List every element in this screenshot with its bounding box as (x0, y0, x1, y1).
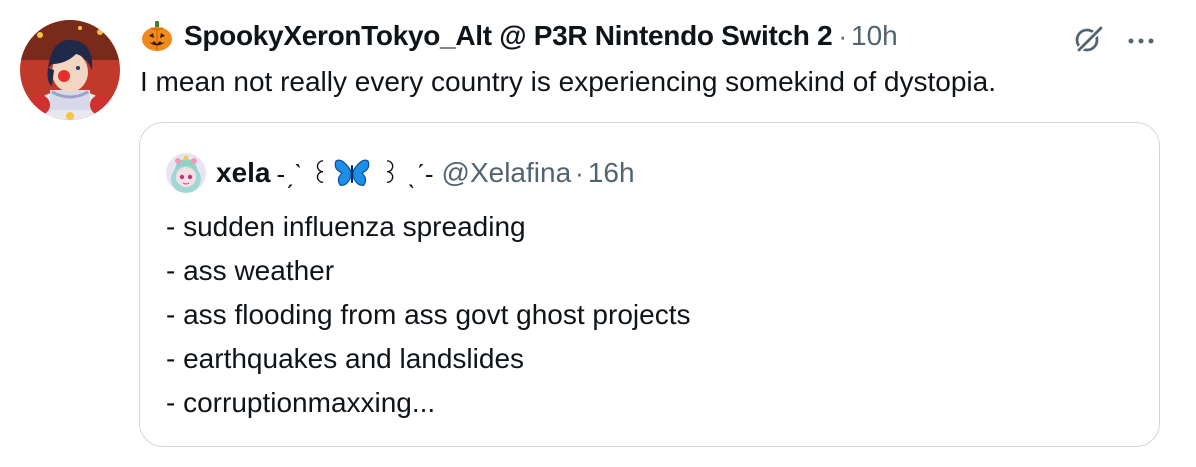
quoted-text-line: - corruptionmaxxing... (166, 387, 436, 418)
author-display-name[interactable]: SpookyXeronTokyo_Alt @ P3R Nintendo Swit… (184, 20, 833, 52)
quoted-text-line: - ass flooding from ass govt ghost proje… (166, 299, 691, 330)
quoted-author-display-name[interactable]: xela (216, 157, 271, 189)
name-decoration-right: ꒱ ˎˊ- (380, 159, 434, 189)
tweet-timestamp[interactable]: 10h (851, 20, 898, 52)
quoted-tweet-card[interactable]: xela -ˏˋ ꒰ ꒱ ˎˊ- @Xelafina · 16h - sudde… (139, 122, 1160, 447)
jack-o-lantern-icon (140, 19, 174, 53)
quoted-text-line: - ass weather (166, 255, 335, 286)
separator-dot: · (575, 157, 584, 188)
tweet-text: I mean not really every country is exper… (140, 66, 996, 97)
author-avatar[interactable] (20, 20, 120, 120)
quoted-author-avatar[interactable] (166, 153, 206, 193)
tweet[interactable]: SpookyXeronTokyo_Alt @ P3R Nintendo Swit… (0, 0, 1196, 467)
more-options-icon[interactable] (1126, 33, 1156, 44)
name-decoration-left: -ˏˋ ꒰ (276, 159, 331, 189)
quoted-tweet-header: xela -ˏˋ ꒰ ꒱ ˎˊ- @Xelafina · 16h (166, 153, 635, 193)
quoted-tweet-timestamp[interactable]: 16h (588, 157, 635, 189)
quoted-avatar-image (166, 153, 206, 193)
avatar-image (20, 20, 120, 120)
butterfly-icon (334, 157, 370, 189)
grok-icon[interactable] (1072, 22, 1106, 56)
quoted-author-handle[interactable]: @Xelafina (442, 157, 572, 189)
separator-dot: · (838, 20, 848, 51)
quoted-text-line: - earthquakes and landslides (166, 343, 525, 374)
quoted-tweet-text: - sudden influenza spreading - ass weath… (166, 205, 690, 425)
quoted-text-line: - sudden influenza spreading (166, 211, 526, 242)
tweet-header: SpookyXeronTokyo_Alt @ P3R Nintendo Swit… (140, 16, 898, 56)
